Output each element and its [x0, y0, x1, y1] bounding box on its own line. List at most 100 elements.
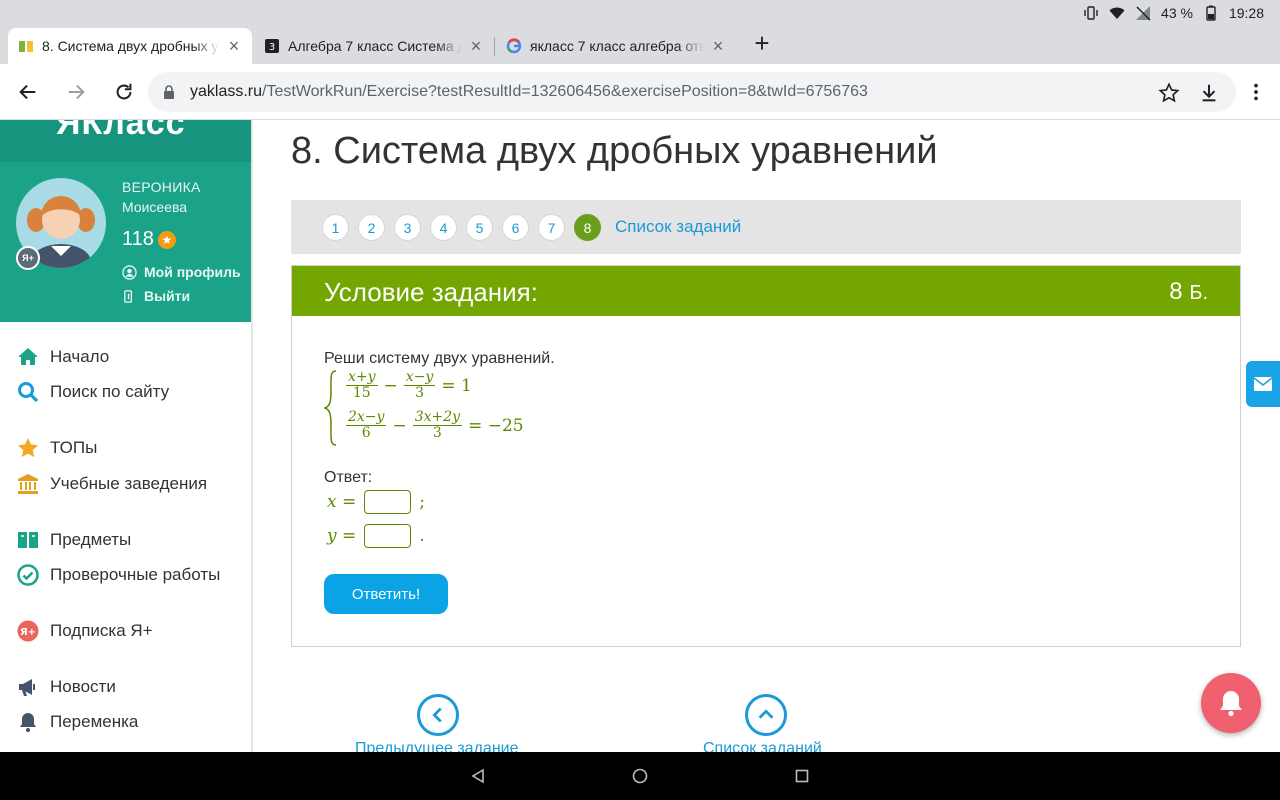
numerator: x−y [403, 369, 436, 386]
task-list-bottom-link[interactable]: Список заданий [703, 740, 822, 752]
sidebar-item-tops[interactable]: ТОПы [16, 436, 97, 460]
fraction: x+y 15 [346, 370, 378, 401]
sidebar-item-label: Проверочные работы [50, 565, 221, 584]
sidebar-item-label: Новости [50, 677, 116, 696]
answer-y-row: y = . [327, 524, 425, 548]
denominator: 15 [352, 385, 371, 401]
home-icon [16, 345, 40, 369]
sidebar-item-label: Начало [50, 347, 110, 366]
bookmark-star-icon[interactable] [1158, 82, 1180, 104]
arrow-right-icon [68, 84, 85, 100]
denominator: 3 [415, 385, 425, 401]
sidebar-item-news[interactable]: Новости [16, 675, 116, 699]
user-circle-icon [122, 264, 137, 280]
sidebar-item-tests[interactable]: Проверочные работы [16, 563, 220, 587]
sidebar-item-search[interactable]: Поиск по сайту [16, 380, 169, 404]
task-card-header: Условие задания: 8 Б. [292, 266, 1240, 316]
ya-plus-icon: Я+ [16, 619, 40, 643]
task-list-button[interactable] [745, 694, 787, 736]
task-points: 8 Б. [1169, 278, 1208, 306]
task-number-8-current[interactable]: 8 [574, 214, 601, 241]
task-number-1[interactable]: 1 [322, 214, 349, 241]
megaphone-icon [16, 675, 40, 699]
task-number-7[interactable]: 7 [538, 214, 565, 241]
tab-google-search[interactable]: якласс 7 класс алгебра отв × [496, 28, 736, 64]
address-bar[interactable]: yaklass.ru/TestWorkRun/Exercise?testResu… [148, 72, 1236, 112]
sidebar-item-subjects[interactable]: Предметы [16, 528, 131, 552]
url-host: yaklass.ru [190, 83, 263, 100]
submit-answer-button[interactable]: Ответить! [324, 574, 448, 614]
yaklass-favicon-icon [18, 38, 34, 54]
my-profile-link[interactable]: Мой профиль [122, 264, 241, 280]
home-circle-icon[interactable] [630, 766, 650, 786]
sidebar-item-institutions[interactable]: Учебные заведения [16, 472, 207, 496]
download-icon[interactable] [1198, 82, 1220, 104]
back-button[interactable] [16, 80, 40, 104]
numerator: 2x−y [346, 409, 387, 426]
battery-icon [1203, 5, 1219, 21]
user-first-name: ВЕРОНИКА [122, 179, 201, 195]
task-number-3[interactable]: 3 [394, 214, 421, 241]
prev-task-button[interactable] [417, 694, 459, 736]
numerator: 3x+2y [412, 409, 463, 426]
sidebar-item-break[interactable]: Переменка [16, 710, 138, 734]
bell-icon [1220, 691, 1242, 717]
sidebar-item-home[interactable]: Начало [16, 345, 109, 369]
prev-task-link[interactable]: Предыдущее задание [355, 740, 518, 752]
vibrate-icon [1083, 5, 1099, 21]
user-points: 118 ★ [122, 228, 176, 251]
close-icon[interactable]: × [468, 37, 484, 55]
operator: − [392, 415, 407, 436]
tab-strip: 8. Система двух дробных у × 3 Алгебра 7 … [0, 26, 1280, 64]
tab-separator [494, 38, 495, 56]
search-icon [16, 380, 40, 404]
svg-text:Я+: Я+ [20, 627, 36, 638]
y-separator: . [419, 526, 425, 546]
equation-system: x+y 15 − x−y 3 = 1 2x−y 6 − 3x+2y 3 = −2… [324, 370, 564, 446]
tab-algebra[interactable]: 3 Алгебра 7 класс Система д × [254, 28, 494, 64]
chevron-up-icon [758, 709, 774, 719]
denominator: 3 [432, 425, 442, 441]
my-profile-label: Мой профиль [144, 264, 241, 280]
task-number-6[interactable]: 6 [502, 214, 529, 241]
new-tab-button[interactable]: + [750, 30, 774, 56]
svg-text:3: 3 [269, 42, 275, 53]
logo-area[interactable]: ЯКласс [0, 120, 251, 162]
answer-x-input[interactable] [364, 490, 412, 514]
task-list-link[interactable]: Список заданий [615, 217, 741, 237]
more-menu-button[interactable] [1244, 80, 1268, 104]
operator: − [383, 375, 398, 396]
right-hand-side: = −25 [468, 415, 524, 436]
system-navigation-bar [0, 752, 1280, 800]
profile-panel: ЯКласс Я+ ВЕРОНИКА Моисеева 118 ★ Мой пр… [0, 120, 251, 322]
logout-link[interactable]: Выйти [122, 288, 190, 304]
back-triangle-icon[interactable] [468, 766, 488, 786]
fraction: 2x−y 6 [346, 409, 387, 441]
answer-y-input[interactable] [364, 524, 412, 548]
browser-toolbar: yaklass.ru/TestWorkRun/Exercise?testResu… [0, 64, 1280, 120]
recents-square-icon[interactable] [792, 766, 812, 786]
logout-label: Выйти [144, 288, 191, 304]
reload-button[interactable] [112, 80, 136, 104]
feedback-button[interactable] [1246, 361, 1280, 407]
equation-1: x+y 15 − x−y 3 = 1 [346, 370, 472, 401]
sidebar-item-label: Учебные заведения [50, 474, 208, 493]
tab-system-fractional[interactable]: 8. Система двух дробных у × [8, 28, 252, 64]
kebab-menu-icon [1254, 83, 1258, 101]
task-number-4[interactable]: 4 [430, 214, 457, 241]
answer-label: Ответ: [324, 469, 373, 486]
task-number-2[interactable]: 2 [358, 214, 385, 241]
close-icon[interactable]: × [226, 37, 242, 55]
site-logo: ЯКласс [56, 120, 186, 142]
task-number-5[interactable]: 5 [466, 214, 493, 241]
sidebar-item-subscription[interactable]: Я+ Подписка Я+ [16, 619, 153, 643]
notifications-button[interactable] [1201, 673, 1261, 733]
answer-x-row: x = ; [327, 490, 425, 514]
wifi-icon [1109, 5, 1125, 21]
status-bar: 43 % 19:28 [0, 0, 1280, 26]
forward-button[interactable] [64, 80, 88, 104]
sidebar-item-label: Переменка [50, 712, 139, 731]
tab-title: 8. Система двух дробных у [42, 38, 219, 54]
close-icon[interactable]: × [710, 37, 726, 55]
sidebar-item-label: Поиск по сайту [50, 382, 170, 401]
